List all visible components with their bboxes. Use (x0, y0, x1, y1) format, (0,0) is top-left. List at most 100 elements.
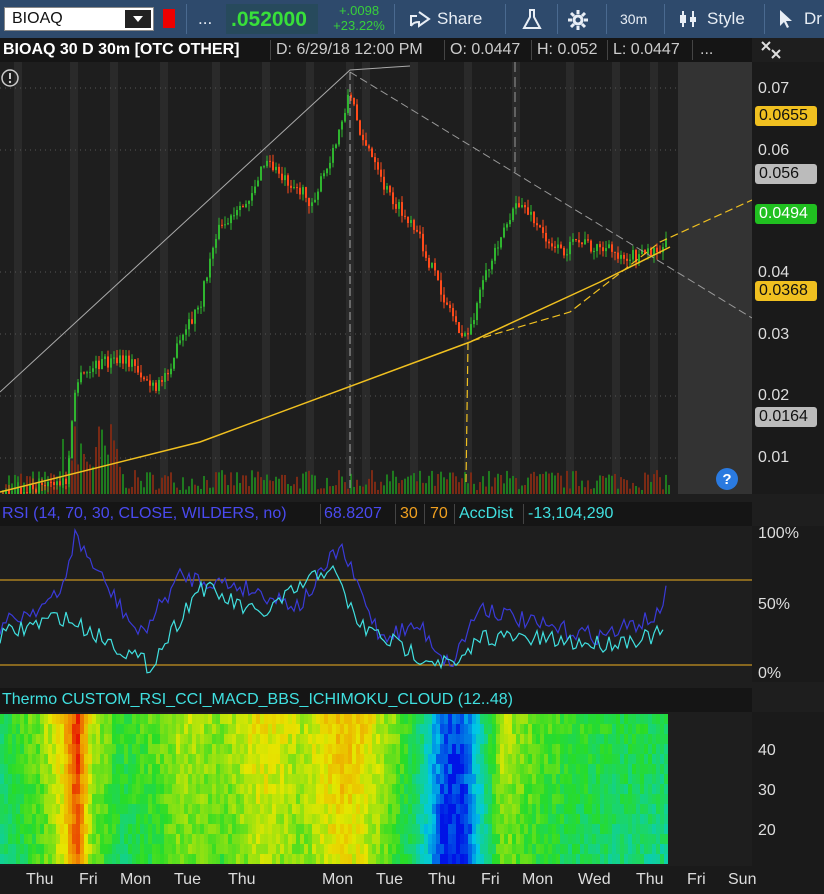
heat-cell (664, 744, 668, 754)
volume-bar (95, 447, 97, 494)
heat-cell (104, 824, 108, 834)
aggregation-button[interactable]: 30m (620, 11, 647, 27)
candle-body (566, 254, 568, 256)
chart-title: BIOAQ 30 D 30m [OTC OTHER] (3, 41, 240, 58)
heat-cell (480, 754, 484, 764)
heat-cell (428, 784, 432, 794)
heat-cell (76, 734, 80, 744)
heat-cell (644, 734, 648, 744)
heat-cell (76, 834, 80, 844)
price-chart[interactable] (0, 62, 752, 494)
more-button[interactable]: ... (198, 9, 212, 29)
candle-body (134, 359, 136, 366)
thermo-heatmap[interactable] (0, 712, 752, 866)
heat-cell (260, 844, 264, 854)
heat-cell (232, 794, 236, 804)
heat-cell (420, 754, 424, 764)
heat-cell (568, 794, 572, 804)
heat-cell (616, 774, 620, 784)
heat-cell (404, 804, 408, 814)
heat-cell (356, 754, 360, 764)
heat-cell (16, 764, 20, 774)
time-tick: Thu (636, 871, 664, 888)
heat-cell (268, 834, 272, 844)
share-button[interactable]: Share (403, 0, 497, 38)
candle-body (140, 372, 142, 378)
heat-cell (564, 844, 568, 854)
candle-body (329, 162, 331, 169)
heat-cell (116, 734, 120, 744)
heat-cell (168, 794, 172, 804)
heat-cell (4, 764, 8, 774)
heat-cell (664, 804, 668, 814)
candle-body (242, 205, 244, 208)
heat-cell (228, 794, 232, 804)
candle-body (152, 382, 154, 386)
heat-cell (184, 724, 188, 734)
heat-cell (600, 844, 604, 854)
heat-cell (508, 774, 512, 784)
heat-cell (188, 764, 192, 774)
heat-cell (156, 734, 160, 744)
heat-cell (568, 734, 572, 744)
heat-cell (320, 734, 324, 744)
heat-cell (356, 784, 360, 794)
heat-cell (432, 834, 436, 844)
heat-cell (396, 804, 400, 814)
heat-cell (16, 774, 20, 784)
heat-cell (268, 784, 272, 794)
heat-cell (96, 814, 100, 824)
volume-bar (647, 474, 649, 494)
heat-cell (104, 854, 108, 864)
drawings-button[interactable]: Dr (772, 0, 824, 38)
more-info-button[interactable]: ... (700, 41, 713, 59)
flag-icon[interactable] (163, 9, 175, 28)
symbol-selector[interactable]: BIOAQ (4, 7, 154, 31)
heat-cell (324, 794, 328, 804)
heat-cell (536, 834, 540, 844)
flask-icon[interactable] (522, 8, 542, 30)
alert-info-icon[interactable] (0, 68, 20, 88)
volume-bar (668, 485, 670, 494)
heat-cell (100, 744, 104, 754)
heat-cell (552, 834, 556, 844)
heat-cell (364, 754, 368, 764)
volume-bar (632, 482, 634, 494)
heat-cell (196, 804, 200, 814)
heat-cell (556, 774, 560, 784)
heat-cell (324, 784, 328, 794)
candle-body (92, 368, 94, 372)
volume-bar (194, 484, 196, 494)
heat-cell (116, 834, 120, 844)
crosshair-icon[interactable] (760, 40, 782, 60)
heat-cell (312, 764, 316, 774)
heat-cell (444, 804, 448, 814)
heat-cell (20, 804, 24, 814)
heat-cell (204, 754, 208, 764)
heat-cell (460, 724, 464, 734)
heat-cell (528, 794, 532, 804)
heat-cell (0, 814, 4, 824)
heat-cell (208, 794, 212, 804)
heat-cell (124, 834, 128, 844)
heat-cell (204, 814, 208, 824)
rsi-chart[interactable] (0, 526, 752, 682)
heat-cell (496, 814, 500, 824)
candle-body (299, 187, 301, 195)
heat-cell (656, 824, 660, 834)
heat-cell (556, 724, 560, 734)
heat-cell (236, 764, 240, 774)
heat-cell (444, 714, 448, 724)
help-icon[interactable]: ? (715, 467, 739, 491)
heat-cell (468, 724, 472, 734)
heat-cell (180, 844, 184, 854)
heat-cell (200, 714, 204, 724)
heat-cell (432, 814, 436, 824)
style-button[interactable]: Style (676, 0, 758, 38)
heat-cell (432, 714, 436, 724)
heat-cell (480, 714, 484, 724)
heat-cell (616, 784, 620, 794)
gear-icon[interactable] (567, 9, 589, 31)
heat-cell (460, 744, 464, 754)
chevron-down-icon[interactable] (125, 10, 151, 28)
